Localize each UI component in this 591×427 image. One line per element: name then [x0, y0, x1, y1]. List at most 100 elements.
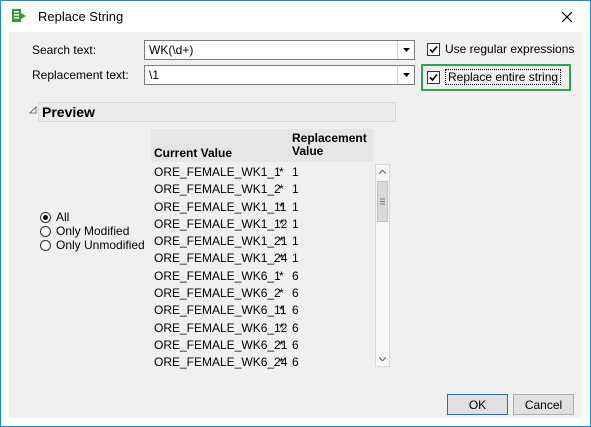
modified-mark-cell: * [279, 199, 284, 214]
current-value-cell: ORE_FEMALE_WK1_2 [154, 182, 281, 197]
filter-all-radio[interactable]: All [40, 210, 145, 224]
table-row[interactable]: ORE_FEMALE_WK6_2 * 6 [151, 285, 373, 302]
title-bar[interactable]: Replace String [1, 1, 590, 32]
modified-mark-cell: * [279, 286, 284, 301]
current-value-cell: ORE_FEMALE_WK1_12 [154, 216, 288, 231]
table-row[interactable]: ORE_FEMALE_WK1_1 * 1 [151, 164, 373, 181]
modified-mark-cell: * [279, 337, 284, 352]
column-header-replacement-line2[interactable]: Value [292, 145, 323, 158]
close-icon [562, 11, 572, 22]
modified-mark-cell: * [279, 182, 284, 197]
filter-all-label: All [56, 210, 70, 224]
chevron-down-icon [402, 48, 410, 52]
current-value-cell: ORE_FEMALE_WK1_11 [154, 199, 287, 214]
replacement-value-cell: 6 [292, 303, 299, 318]
modified-mark-cell: * [279, 216, 284, 231]
replacement-value-cell: 1 [292, 165, 299, 179]
window-title: Replace String [38, 9, 124, 24]
filter-only-unmodified-label: Only Unmodified [56, 238, 145, 252]
replacement-value-cell: 6 [292, 286, 299, 301]
ok-button[interactable]: OK [447, 394, 508, 415]
table-row[interactable]: ORE_FEMALE_WK6_24 * 6 [151, 354, 373, 371]
collapse-triangle-icon[interactable] [29, 106, 37, 114]
modified-mark-cell: * [279, 165, 284, 179]
table-row[interactable]: ORE_FEMALE_WK1_11 * 1 [151, 199, 373, 216]
current-value-cell: ORE_FEMALE_WK1_1 [154, 165, 281, 179]
table-row[interactable]: ORE_FEMALE_WK6_12 * 6 [151, 320, 373, 337]
table-row[interactable]: ORE_FEMALE_WK1_24 * 1 [151, 250, 373, 267]
search-dropdown-button[interactable] [397, 41, 414, 59]
grip-icon [380, 198, 385, 205]
scroll-thumb[interactable] [377, 181, 388, 222]
scroll-up-button[interactable] [376, 165, 389, 179]
chevron-down-icon [402, 73, 410, 77]
replacement-value-cell: 1 [292, 199, 299, 214]
search-text-combo[interactable]: WK(\d+) [144, 40, 415, 60]
search-text-label: Search text: [32, 43, 97, 57]
modified-mark-cell: * [279, 355, 284, 370]
replacement-value-cell: 1 [292, 216, 299, 231]
current-value-cell: ORE_FEMALE_WK1_24 [154, 251, 288, 266]
radio-button[interactable] [40, 225, 51, 237]
current-value-cell: ORE_FEMALE_WK6_11 [154, 303, 287, 318]
replacement-dropdown-button[interactable] [397, 66, 414, 84]
replacement-value-cell: 6 [292, 337, 299, 352]
table-row[interactable]: ORE_FEMALE_WK6_11 * 6 [151, 302, 373, 319]
dialog-body: Search text: WK(\d+) Replacement text: \… [9, 32, 582, 418]
current-value-cell: ORE_FEMALE_WK6_21 [154, 337, 288, 352]
modified-mark-cell: * [279, 320, 284, 335]
table-body: ORE_FEMALE_WK1_1 * 1 ORE_FEMALE_WK1_2 * 1 ORE_… [151, 164, 373, 372]
checkmark-icon [429, 73, 438, 81]
table-vertical-scrollbar[interactable] [375, 164, 390, 367]
replacement-text-combo[interactable]: \1 [144, 65, 415, 85]
current-value-cell: ORE_FEMALE_WK6_1 [154, 268, 281, 283]
replacement-value-cell: 6 [292, 355, 299, 370]
use-regex-checkbox[interactable]: Use regular expressions [427, 42, 574, 56]
preview-title: Preview [42, 104, 95, 120]
filter-only-modified-label: Only Modified [56, 224, 130, 238]
replacement-value-cell: 6 [292, 320, 299, 335]
filter-only-unmodified-radio[interactable]: Only Unmodified [40, 238, 145, 252]
filter-only-modified-radio[interactable]: Only Modified [40, 224, 145, 238]
replacement-text-value[interactable]: \1 [149, 68, 159, 82]
replacement-text-label: Replacement text: [32, 68, 129, 82]
current-value-cell: ORE_FEMALE_WK1_21 [154, 234, 288, 249]
table-row[interactable]: ORE_FEMALE_WK1_2 * 1 [151, 181, 373, 198]
table-row[interactable]: ORE_FEMALE_WK6_1 * 6 [151, 268, 373, 285]
scroll-down-button[interactable] [376, 352, 389, 366]
replacement-value-cell: 1 [292, 182, 299, 197]
chevron-up-icon [379, 170, 386, 174]
modified-mark-cell: * [279, 303, 284, 318]
modified-mark-cell: * [279, 234, 284, 249]
replace-string-app-icon [11, 8, 27, 24]
search-text-value[interactable]: WK(\d+) [149, 43, 193, 57]
replacement-value-cell: 1 [292, 234, 299, 249]
table-row[interactable]: ORE_FEMALE_WK6_21 * 6 [151, 337, 373, 354]
filter-radio-group: All Only Modified Only Unmodified [40, 210, 145, 252]
replace-entire-string-checkbox[interactable]: Replace entire string [427, 69, 562, 85]
checkmark-icon [429, 45, 438, 53]
radio-button[interactable] [40, 239, 51, 251]
replace-entire-check-box[interactable] [427, 70, 440, 84]
replacement-value-cell: 1 [292, 251, 299, 266]
modified-mark-cell: * [279, 251, 284, 266]
column-header-current-value[interactable]: Current Value [154, 147, 232, 160]
close-button[interactable] [544, 1, 590, 32]
table-row[interactable]: ORE_FEMALE_WK1_12 * 1 [151, 216, 373, 233]
modified-mark-cell: * [279, 268, 284, 283]
current-value-cell: ORE_FEMALE_WK6_12 [154, 320, 288, 335]
use-regex-check-box[interactable] [427, 42, 440, 56]
chevron-down-icon [379, 357, 386, 361]
cancel-button[interactable]: Cancel [513, 394, 574, 415]
current-value-cell: ORE_FEMALE_WK6_24 [154, 355, 288, 370]
radio-button[interactable] [40, 211, 51, 223]
use-regex-label: Use regular expressions [445, 42, 575, 56]
current-value-cell: ORE_FEMALE_WK6_2 [154, 286, 281, 301]
preview-table: Current Value Replacement Value ORE_FEMA… [151, 129, 390, 369]
table-header: Current Value Replacement Value [151, 129, 373, 162]
preview-section-header[interactable]: Preview [38, 102, 396, 122]
table-row[interactable]: ORE_FEMALE_WK1_21 * 1 [151, 233, 373, 250]
replacement-value-cell: 6 [292, 268, 299, 283]
replace-entire-label: Replace entire string [445, 69, 562, 85]
replace-string-dialog: Replace String Search text: WK(\d+) Repl… [0, 0, 591, 427]
